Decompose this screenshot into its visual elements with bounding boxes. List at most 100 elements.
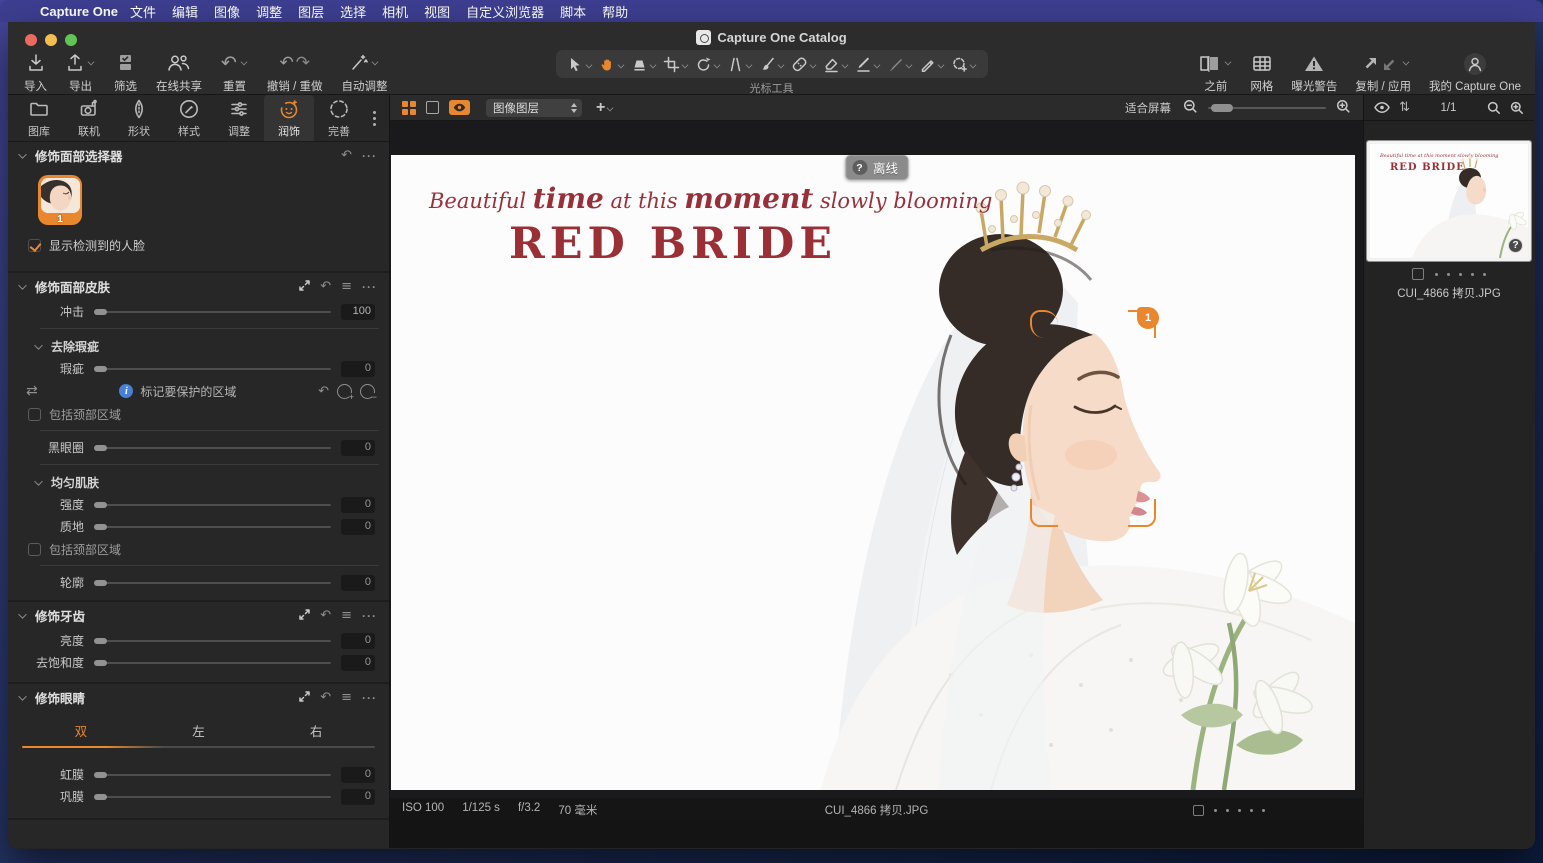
menu-image[interactable]: 图像 (206, 2, 248, 21)
zoom-slider[interactable] (1208, 102, 1326, 114)
expand-tool-icon[interactable] (299, 608, 310, 623)
add-layer-button[interactable]: + (596, 99, 614, 117)
impact-value-field[interactable]: 100 (341, 304, 375, 320)
eye-icon[interactable] (1374, 102, 1390, 113)
sclera-value-field[interactable]: 0 (341, 789, 375, 805)
presets-icon[interactable]: ≡ (341, 609, 352, 622)
brush-tool[interactable] (756, 52, 788, 76)
exposure-warning-button[interactable]: 曝光警告 (1291, 49, 1337, 94)
reset-tool-icon[interactable]: ↶ (320, 609, 331, 622)
star-rating-dots[interactable] (1214, 809, 1265, 812)
more-options-icon[interactable]: ··· (362, 691, 377, 705)
blemish-slider[interactable] (94, 362, 331, 376)
layer-selector-dropdown[interactable]: 图像图层 (486, 99, 582, 117)
contour-slider[interactable] (94, 576, 331, 590)
iris-slider[interactable] (94, 768, 331, 782)
menu-edit[interactable]: 编辑 (164, 2, 206, 21)
collapse-chevron-icon[interactable] (18, 693, 27, 702)
menu-app-name[interactable]: Capture One (40, 4, 118, 19)
include-neck-checkbox-2[interactable] (28, 543, 41, 556)
auto-adjust-button[interactable]: 自动调整 (342, 49, 388, 94)
swap-icon[interactable]: ⇄ (26, 383, 38, 399)
photo-canvas[interactable]: Beautiful time at this moment slowly blo… (391, 155, 1355, 790)
import-button[interactable]: 导入 (24, 49, 47, 94)
erase-tool[interactable] (820, 52, 852, 76)
impact-slider[interactable] (94, 305, 331, 319)
filter-search-icon[interactable] (1510, 101, 1524, 115)
my-capture-one-button[interactable]: 我的 Capture One (1429, 49, 1521, 94)
reset-tool-icon[interactable]: ↶ (320, 691, 331, 704)
blemish-value-field[interactable]: 0 (341, 361, 375, 377)
multi-view-icon[interactable] (402, 101, 416, 115)
tab-retouch[interactable]: 润饰 (264, 95, 314, 141)
slider-handle[interactable] (94, 524, 107, 530)
slider-handle[interactable] (94, 772, 107, 778)
straighten-tool[interactable] (724, 52, 756, 76)
slider-handle[interactable] (94, 580, 107, 586)
eyes-tab-right[interactable]: 右 (257, 717, 375, 746)
face-bracket-number[interactable]: 1 (1137, 307, 1159, 329)
erase-mask-brush-icon[interactable] (360, 384, 375, 399)
rotate-tool[interactable] (692, 52, 724, 76)
expand-tool-icon[interactable] (299, 690, 310, 705)
menu-view[interactable]: 视图 (416, 2, 458, 21)
crop-tool[interactable] (660, 52, 692, 76)
presets-icon[interactable]: ≡ (341, 691, 352, 704)
more-options-icon[interactable]: ··· (362, 609, 377, 623)
thumbnail-cell[interactable]: Beautiful time at this moment slowly blo… (1367, 141, 1531, 301)
collapse-chevron-icon[interactable] (18, 282, 27, 291)
viewer-stage[interactable]: Beautiful time at this moment slowly blo… (390, 121, 1363, 798)
export-button[interactable]: 导出 (66, 49, 95, 94)
reset-tool-icon[interactable]: ↶ (320, 280, 331, 293)
presets-icon[interactable]: ≡ (341, 280, 352, 293)
teeth-brightness-value-field[interactable]: 0 (341, 633, 375, 649)
undo-redo-button[interactable]: ↶ ↷ 撤销 / 重做 (267, 49, 323, 94)
fill-mask-tool[interactable] (884, 52, 916, 76)
filter-button[interactable]: 筛选 (114, 49, 137, 94)
tab-capture[interactable]: 联机 (64, 95, 114, 141)
pencil-tool[interactable] (916, 52, 948, 76)
copy-apply-button[interactable]: 复制 / 应用 (1355, 49, 1411, 94)
teeth-desaturation-value-field[interactable]: 0 (341, 655, 375, 671)
menu-layer[interactable]: 图层 (290, 2, 332, 21)
more-options-icon[interactable]: ··· (362, 149, 377, 163)
reset-button[interactable]: ↶ 重置 (221, 49, 248, 94)
expand-tool-icon[interactable] (299, 279, 310, 294)
zoom-out-icon[interactable] (1183, 99, 1198, 117)
select-tool[interactable] (564, 52, 596, 76)
slider-handle[interactable] (94, 794, 107, 800)
strength-value-field[interactable]: 0 (341, 497, 375, 513)
tab-library[interactable]: 图库 (14, 95, 64, 141)
add-mask-brush-icon[interactable] (337, 384, 352, 399)
teeth-brightness-slider[interactable] (94, 634, 331, 648)
thumb-color-tag-checkbox[interactable] (1412, 268, 1424, 280)
menu-custom-browser[interactable]: 自定义浏览器 (458, 2, 552, 21)
dark-circles-slider[interactable] (94, 441, 331, 455)
reset-tool-icon[interactable]: ↶ (341, 149, 352, 162)
thumb-star-rating-dots[interactable] (1435, 273, 1486, 276)
iris-value-field[interactable]: 0 (341, 767, 375, 783)
detected-face-thumbnail[interactable]: 1 (38, 175, 82, 225)
sclera-slider[interactable] (94, 790, 331, 804)
show-faces-checkbox[interactable] (28, 239, 41, 252)
strength-slider[interactable] (94, 498, 331, 512)
menu-file[interactable]: 文件 (122, 2, 164, 21)
sort-icon[interactable]: ⇅ (1399, 100, 1410, 115)
tab-adjustments[interactable]: 调整 (214, 95, 264, 141)
pan-tool[interactable] (596, 52, 628, 76)
menu-select[interactable]: 选择 (332, 2, 374, 21)
slider-handle[interactable] (94, 638, 107, 644)
loupe-tool[interactable] (628, 52, 660, 76)
search-icon[interactable] (1487, 101, 1501, 115)
texture-slider[interactable] (94, 520, 331, 534)
teeth-desaturation-slider[interactable] (94, 656, 331, 670)
slider-handle[interactable] (94, 502, 107, 508)
collapse-chevron-icon[interactable] (34, 342, 43, 351)
collapse-chevron-icon[interactable] (18, 151, 27, 160)
texture-value-field[interactable]: 0 (341, 519, 375, 535)
slider-handle[interactable] (94, 309, 107, 315)
slider-handle[interactable] (94, 660, 107, 666)
tabs-overflow-button[interactable] (364, 95, 384, 141)
more-options-icon[interactable]: ··· (362, 280, 377, 294)
thumbnail-image[interactable]: Beautiful time at this moment slowly blo… (1367, 141, 1531, 261)
